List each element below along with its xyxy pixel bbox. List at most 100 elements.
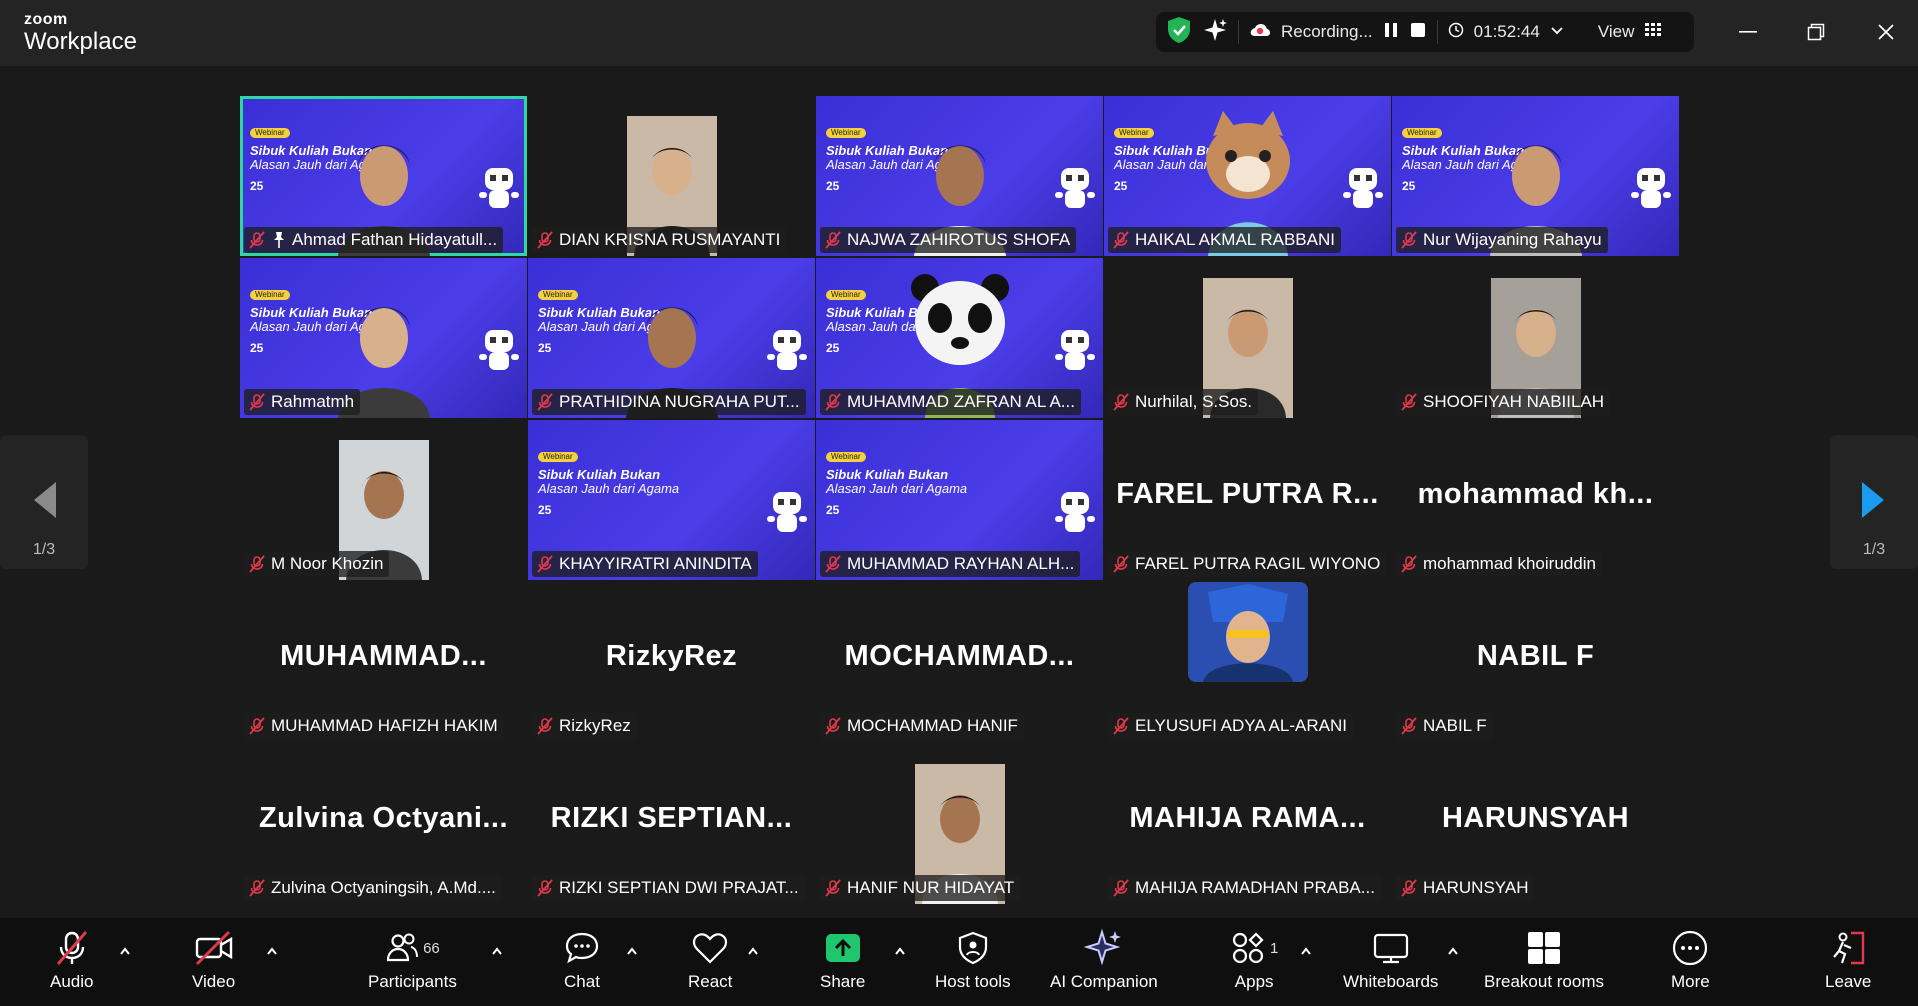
participants-options-caret-icon[interactable] <box>490 944 504 958</box>
title-bar: zoom Workplace Recording... 01:52:44 Vie… <box>0 0 1918 66</box>
participant-tile[interactable]: Webinar Sibuk Kuliah Bukan Alasan Jauh dar… <box>1392 96 1679 256</box>
restore-button[interactable] <box>1796 14 1836 50</box>
participant-tile[interactable]: RizkyRez RizkyRez <box>528 582 815 742</box>
participant-name-label: MOCHAMMAD HANIF <box>820 713 1024 739</box>
breakout-rooms-button[interactable]: Breakout rooms <box>1484 926 1604 1002</box>
participant-tile[interactable]: Webinar Sibuk Kuliah Bukan Alasan Jauh dar… <box>528 258 815 418</box>
cloud-recording-icon <box>1249 22 1271 43</box>
breakout-rooms-icon <box>1526 926 1562 970</box>
participant-name: MUHAMMAD ZAFRAN AL A... <box>847 392 1075 411</box>
participant-name: KHAYYIRATRI ANINDITA <box>559 554 752 573</box>
webinar-tag: Webinar <box>826 290 866 301</box>
participant-tile[interactable]: MOCHAMMAD... MOCHAMMAD HANIF <box>816 582 1103 742</box>
breakout-rooms-label: Breakout rooms <box>1484 972 1604 991</box>
participant-tile[interactable]: Webinar Sibuk Kuliah Bukan Alasan Jauh dar… <box>240 258 527 418</box>
mic-muted-icon <box>537 231 553 249</box>
share-button[interactable]: Share <box>820 926 865 1002</box>
participant-tile[interactable]: Webinar Sibuk Kuliah Bukan Alasan Jauh dar… <box>528 420 815 580</box>
participant-name-label: HANIF NUR HIDAYAT <box>820 875 1021 901</box>
participant-display-name: mohammad kh... <box>1417 478 1654 510</box>
participant-tile[interactable]: NABIL F NABIL F <box>1392 582 1679 742</box>
participant-tile[interactable]: HARUNSYAH HARUNSYAH <box>1392 744 1679 904</box>
participant-name-label: MUHAMMAD RAYHAN ALH... <box>820 551 1081 577</box>
chat-icon <box>563 926 601 970</box>
audio-button[interactable]: Audio <box>50 926 93 1002</box>
view-button[interactable]: View <box>1598 22 1635 42</box>
close-icon <box>1878 24 1894 40</box>
mic-muted-icon <box>1113 231 1129 249</box>
robot-mascot-icon <box>1055 168 1095 208</box>
whiteboards-button[interactable]: Whiteboards <box>1343 926 1438 1002</box>
participant-name-label: Nurhilal, S.Sos. <box>1108 389 1259 415</box>
participants-icon: 66 <box>385 926 440 970</box>
react-button[interactable]: React <box>688 926 732 1002</box>
ai-companion-button[interactable]: AI Companion <box>1050 926 1158 1002</box>
react-options-caret-icon[interactable] <box>746 944 760 958</box>
participant-tile[interactable]: HANIF NUR HIDAYAT <box>816 744 1103 904</box>
participant-tile[interactable]: Zulvina Octyani... Zulvina Octyaningsih, … <box>240 744 527 904</box>
participant-name: NAJWA ZAHIROTUS SHOFA <box>847 230 1071 249</box>
participant-tile[interactable]: Webinar Sibuk Kuliah Bukan Alasan Jauh dar… <box>240 96 527 256</box>
participant-tile[interactable]: Webinar Sibuk Kuliah Bukan Alasan Jauh dar… <box>816 96 1103 256</box>
participant-tile[interactable]: RIZKI SEPTIAN... RIZKI SEPTIAN DWI PRAJAT… <box>528 744 815 904</box>
participant-tile[interactable]: SHOOFIYAH NABIILAH <box>1392 258 1679 418</box>
chat-options-caret-icon[interactable] <box>625 944 639 958</box>
ai-sparkle-icon[interactable] <box>1202 17 1228 48</box>
participant-display-name: MUHAMMAD... <box>280 640 487 672</box>
mic-muted-icon <box>1113 879 1129 897</box>
participant-name: Nur Wijayaning Rahayu <box>1423 230 1602 249</box>
participant-name: DIAN KRISNA RUSMAYANTI <box>559 230 781 249</box>
participant-name: Nurhilal, S.Sos. <box>1135 392 1253 411</box>
divider <box>1238 20 1239 44</box>
leave-button[interactable]: Leave <box>1825 926 1871 1002</box>
stop-recording-icon[interactable] <box>1409 21 1427 44</box>
apps-options-caret-icon[interactable] <box>1299 944 1313 958</box>
host-tools-button[interactable]: Host tools <box>935 926 1011 1002</box>
participants-button[interactable]: 66 Participants <box>368 926 457 1002</box>
participant-name: MAHIJA RAMADHAN PRABA... <box>1135 878 1375 897</box>
video-button[interactable]: Video <box>192 926 235 1002</box>
pause-recording-icon[interactable] <box>1383 21 1399 44</box>
apps-button[interactable]: 1 Apps <box>1230 926 1278 1002</box>
robot-mascot-icon <box>479 330 519 370</box>
more-button[interactable]: More <box>1671 926 1710 1002</box>
participant-tile[interactable]: Webinar Sibuk Kuliah Bukan Alasan Jauh dar… <box>816 420 1103 580</box>
participant-tile[interactable]: Webinar Sibuk Kuliah Bukan Alasan Jauh dar… <box>816 258 1103 418</box>
participant-name-label: M Noor Khozin <box>244 551 390 577</box>
chevron-down-icon[interactable] <box>1550 23 1564 41</box>
robot-mascot-icon <box>479 168 519 208</box>
next-page-button[interactable]: 1/3 <box>1830 435 1918 569</box>
minimize-button[interactable] <box>1728 14 1768 50</box>
participant-name-label: mohammad khoiruddin <box>1396 551 1602 577</box>
share-options-caret-icon[interactable] <box>893 944 907 958</box>
encryption-shield-icon[interactable] <box>1166 16 1192 49</box>
previous-page-button[interactable]: 1/3 <box>0 435 88 569</box>
participant-tile[interactable]: Webinar Sibuk Kuliah Bukan Alasan Jauh dar… <box>1104 96 1391 256</box>
participant-tile[interactable]: M Noor Khozin <box>240 420 527 580</box>
close-window-button[interactable] <box>1866 14 1906 50</box>
robot-mascot-icon <box>1631 168 1671 208</box>
chat-button[interactable]: Chat <box>563 926 601 1002</box>
whiteboards-label: Whiteboards <box>1343 972 1439 991</box>
participant-name: Ahmad Fathan Hidayatull... <box>292 230 498 249</box>
participant-tile[interactable]: ELYUSUFI ADYA AL-ARANI <box>1104 582 1391 742</box>
divider <box>1436 20 1438 44</box>
participant-tile[interactable]: DIAN KRISNA RUSMAYANTI <box>528 96 815 256</box>
video-options-caret-icon[interactable] <box>265 944 279 958</box>
host-tools-label: Host tools <box>935 972 1011 991</box>
participant-tile[interactable]: MAHIJA RAMA... MAHIJA RAMADHAN PRABA... <box>1104 744 1391 904</box>
react-label: React <box>688 972 733 991</box>
robot-mascot-icon <box>1343 168 1383 208</box>
mic-muted-icon <box>1113 393 1129 411</box>
participant-name-label: DIAN KRISNA RUSMAYANTI <box>532 227 787 253</box>
participant-tile[interactable]: MUHAMMAD... MUHAMMAD HAFIZH HAKIM <box>240 582 527 742</box>
participant-tile[interactable]: mohammad kh... mohammad khoiruddin <box>1392 420 1679 580</box>
audio-options-caret-icon[interactable] <box>118 944 132 958</box>
participant-tile[interactable]: Nurhilal, S.Sos. <box>1104 258 1391 418</box>
leave-label: Leave <box>1825 972 1872 991</box>
meeting-timer: 01:52:44 <box>1473 22 1540 41</box>
whiteboards-options-caret-icon[interactable] <box>1446 944 1460 958</box>
participant-tile[interactable]: FAREL PUTRA R... FAREL PUTRA RAGIL WIYONO <box>1104 420 1391 580</box>
participant-name-label: Zulvina Octyaningsih, A.Md.... <box>244 875 502 901</box>
grid-view-icon[interactable] <box>1644 22 1662 43</box>
